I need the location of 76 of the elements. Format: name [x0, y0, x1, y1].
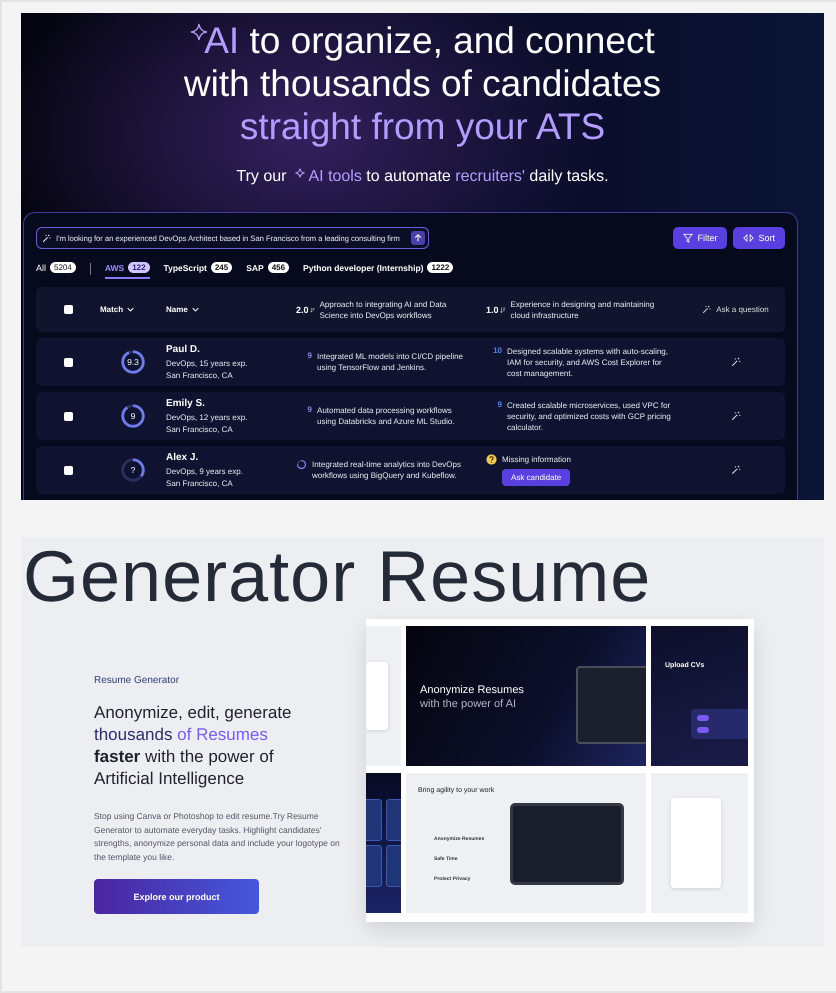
sparkle-icon [294, 168, 304, 178]
magic-wand-icon[interactable] [730, 411, 740, 421]
criterion-score: 9 [306, 405, 312, 414]
criterion-score: 9 [496, 400, 502, 408]
candidate-location: San Francisco, CA [166, 370, 234, 380]
criterion-evidence: Integrated real-time analytics into DevOps workflows using BigQuery and Kubeflow. [312, 459, 462, 481]
candidate-name: Alex J. [166, 452, 200, 462]
select-all-checkbox[interactable] [64, 305, 72, 314]
ask-question-label[interactable]: Ask a question [716, 305, 769, 314]
button-label: Sort [758, 233, 775, 243]
filter-tab[interactable]: All 5204 [36, 262, 76, 279]
preview-subheadline: with the power of AI [420, 698, 517, 710]
criterion-evidence: Integrated ML models into CI/CD pipeline using TensorFlow and Jenkins. [317, 351, 464, 373]
explore-product-button[interactable]: Explore our product [94, 879, 259, 914]
criterion-evidence: Designed scalable systems with auto-scaling, IAM for security, and AWS Cost Explorer for cost management. [507, 346, 669, 378]
candidate-role: DevOps, 15 years exp. [166, 358, 248, 368]
hero-headline-line: with thousands of candidates [184, 62, 662, 105]
filter-tab[interactable]: AWS 122 [104, 262, 150, 279]
send-button[interactable] [411, 231, 425, 245]
magic-wand-icon[interactable] [730, 357, 740, 367]
magic-wand-icon[interactable] [730, 465, 740, 475]
ask-candidate-button[interactable]: Ask candidate [502, 469, 570, 486]
toggle-switch[interactable] [697, 715, 709, 721]
showcase-description: Stop using Canva or Photoshop to edit resume.Try Resume Generator to automate everyday tasks. Highlight candidates' strengths, anonymize personal data and include your logotype on the template you like. [94, 810, 341, 864]
chevron-down-icon[interactable] [192, 307, 199, 312]
criterion-evidence: Created scalable microservices, used VPC for security, and optimized costs with GCP pricing calculator. [507, 400, 672, 432]
candidate-row[interactable] [36, 338, 785, 386]
match-score: 9.3 [126, 357, 140, 367]
criterion-header: Approach to integrating AI and Data Science into DevOps workflows [320, 298, 448, 320]
filter-tab[interactable]: SAP 456 [246, 262, 290, 279]
name-column-header[interactable]: Name [166, 305, 188, 314]
candidate-row[interactable]: ? Alex J. DevOps, 9 years exp. San Francisco, CA Integrated real-time analytics into DevOps workflows using BigQuery and Kubeflow. Missing information Ask candidate [36, 446, 785, 494]
match-score: ? [130, 465, 136, 475]
candidate-name: Paul D. [166, 344, 201, 354]
candidate-location: San Francisco, CA [166, 424, 234, 434]
row-checkbox[interactable] [64, 412, 72, 420]
row-checkbox[interactable] [64, 358, 72, 366]
criterion-evidence: Automated data processing workflows using Databricks and Azure ML Studio. [317, 405, 456, 427]
candidate-location: San Francisco, CA [166, 478, 234, 488]
magic-wand-icon [42, 234, 51, 242]
chevron-down-icon[interactable] [127, 307, 134, 312]
marquee-heading: Generator Resume [22, 537, 652, 617]
subtitle-text: AI tools to automate recruiters' daily tasks. [308, 168, 609, 186]
loading-spinner-icon [296, 459, 307, 470]
criterion-header: Experience in designing and maintaining cloud infrastructure [510, 298, 656, 320]
hero-headline-line: AI to organize, and connect [204, 19, 655, 62]
showcase-headline: Anonymize, edit, generate thousands of Resumes faster with the power of Artificial Intelligence [94, 702, 293, 790]
subtitle-lead: Try our [236, 168, 286, 186]
left-right-arrows-icon [743, 233, 754, 243]
filter-button[interactable]: Filter [673, 227, 728, 249]
preview-headline: Anonymize Resumes [420, 684, 525, 696]
section-eyebrow: Resume Generator [94, 675, 180, 686]
missing-info-label: Missing information [502, 454, 571, 465]
magic-wand-icon [702, 305, 712, 314]
filter-tab[interactable]: TypeScript 245 [164, 262, 232, 279]
sort-weight-icon [310, 306, 315, 314]
criterion-score: 10 [492, 346, 502, 354]
candidate-role: DevOps, 9 years exp. [166, 466, 244, 476]
sort-button[interactable]: Sort [733, 227, 785, 249]
row-checkbox[interactable] [64, 466, 72, 474]
filter-tab[interactable]: Python developer (Internship) 1222 [303, 262, 454, 279]
match-column-header[interactable]: Match [100, 305, 124, 314]
criterion-weight: 1.0 [486, 304, 499, 314]
criterion-score: 9 [306, 351, 312, 360]
toggle-switch[interactable] [697, 727, 709, 733]
arrow-up-icon [414, 234, 422, 242]
match-score: 9 [130, 411, 136, 421]
candidate-name: Emily S. [166, 398, 206, 408]
question-icon [486, 454, 497, 465]
candidate-role: DevOps, 12 years exp. [166, 412, 248, 422]
button-label: Filter [697, 233, 718, 243]
funnel-icon [683, 233, 694, 243]
criterion-weight: 2.0 [296, 304, 309, 314]
hero-headline-line: straight from your ATS [240, 105, 606, 148]
sort-weight-icon [500, 306, 506, 314]
candidate-row[interactable] [36, 392, 785, 440]
